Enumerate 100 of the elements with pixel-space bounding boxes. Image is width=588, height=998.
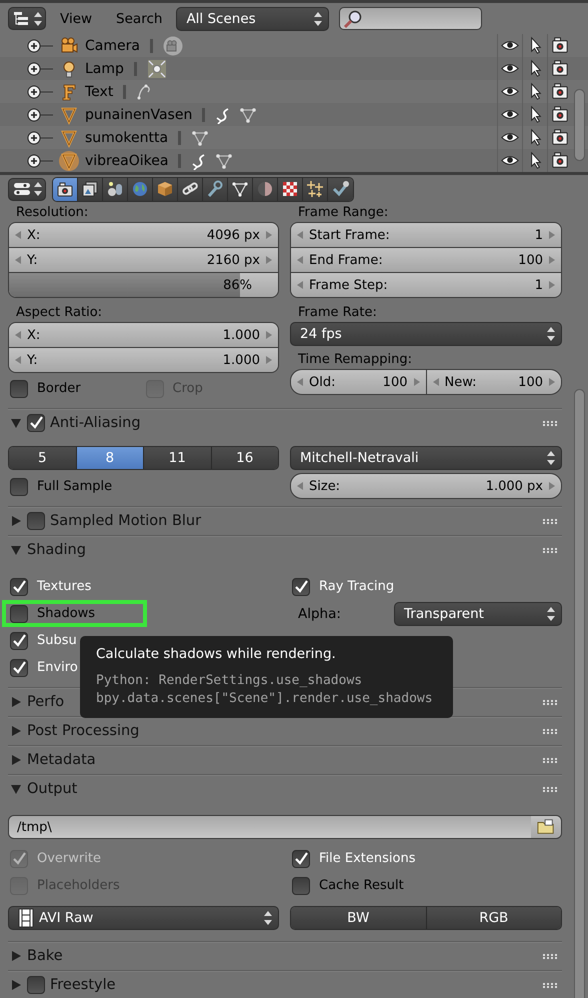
right-arrow-icon[interactable] (549, 231, 555, 239)
properties-tab[interactable] (103, 178, 128, 200)
right-arrow-icon[interactable] (549, 281, 555, 289)
number-field[interactable]: Y: 1.000 (9, 347, 278, 372)
right-arrow-icon[interactable] (549, 482, 555, 490)
panel-title[interactable]: Freestyle (50, 977, 537, 993)
checkbox[interactable] (10, 658, 28, 676)
search-field[interactable] (339, 7, 482, 30)
checkbox[interactable] (10, 380, 28, 398)
properties-tab[interactable] (328, 178, 353, 200)
sample-option[interactable]: 5 (9, 447, 76, 469)
object-name[interactable]: vibreaOikea (85, 152, 168, 168)
checkbox[interactable] (292, 578, 310, 596)
color-mode-option[interactable]: RGB (426, 907, 561, 929)
sample-option[interactable]: 11 (144, 447, 212, 469)
right-arrow-icon[interactable] (266, 331, 272, 339)
expand-plus-icon[interactable] (27, 130, 53, 144)
expanded-triangle-icon[interactable] (10, 417, 22, 429)
panel-title[interactable]: Post Processing (27, 723, 537, 739)
drag-grip-icon[interactable] (542, 518, 558, 524)
file-format-dropdown[interactable]: AVI Raw (8, 906, 279, 930)
checkbox[interactable] (10, 604, 28, 622)
expand-plus-icon[interactable] (27, 38, 53, 52)
editor-type-button[interactable] (8, 178, 46, 200)
drag-grip-icon[interactable] (542, 982, 558, 988)
number-field[interactable]: Frame Step: 1 (291, 272, 561, 297)
drag-grip-icon[interactable] (542, 728, 558, 734)
properties-tab[interactable] (278, 178, 303, 200)
checkbox[interactable] (10, 632, 28, 650)
vertices-triangle-icon[interactable] (191, 128, 210, 146)
expand-plus-icon[interactable] (27, 62, 53, 76)
panel-title[interactable]: Metadata (27, 752, 537, 768)
checkbox[interactable] (27, 976, 45, 994)
object-name[interactable]: sumokentta (85, 130, 168, 146)
expand-plus-icon[interactable] (27, 84, 53, 98)
panel-title[interactable]: Output (27, 781, 537, 797)
left-arrow-icon[interactable] (15, 331, 21, 339)
left-arrow-icon[interactable] (297, 256, 303, 264)
left-arrow-icon[interactable] (15, 231, 21, 239)
panel-title[interactable]: Sampled Motion Blur (50, 513, 537, 529)
scrollbar-thumb[interactable] (574, 389, 585, 998)
panel-title[interactable]: Anti-Aliasing (50, 415, 537, 431)
collapsed-triangle-icon[interactable] (10, 725, 22, 737)
sample-option[interactable]: 16 (212, 447, 278, 469)
color-mode-option[interactable]: BW (291, 907, 426, 929)
lamp-data-icon[interactable] (146, 58, 167, 78)
checkbox[interactable] (292, 850, 310, 868)
number-field[interactable]: Y: 2160 px (9, 247, 278, 272)
left-arrow-icon[interactable] (297, 482, 303, 490)
properties-tab[interactable] (128, 178, 153, 200)
drag-grip-icon[interactable] (542, 699, 558, 705)
left-arrow-icon[interactable] (15, 256, 21, 264)
expand-plus-icon[interactable] (27, 108, 53, 122)
menu-item[interactable]: Search (106, 10, 172, 26)
object-name[interactable]: Lamp (85, 60, 124, 76)
panel-title[interactable]: Shading (27, 542, 537, 558)
properties-tab[interactable] (203, 178, 228, 200)
vertices-triangle-icon[interactable] (239, 106, 258, 124)
right-arrow-icon[interactable] (549, 256, 555, 264)
collapsed-triangle-icon[interactable] (10, 950, 22, 962)
left-arrow-icon[interactable] (297, 281, 303, 289)
right-arrow-icon[interactable] (266, 231, 272, 239)
drag-grip-icon[interactable] (542, 420, 558, 426)
right-arrow-icon[interactable] (266, 356, 272, 364)
collapsed-triangle-icon[interactable] (10, 515, 22, 527)
number-field[interactable]: End Frame: 100 (291, 247, 561, 272)
drag-grip-icon[interactable] (542, 757, 558, 763)
menu-item[interactable]: View (50, 10, 102, 26)
left-arrow-icon[interactable] (297, 231, 303, 239)
checkbox[interactable] (10, 478, 28, 496)
right-arrow-icon[interactable] (266, 256, 272, 264)
scrollbar-thumb[interactable] (574, 89, 585, 161)
alpha-dropdown[interactable]: Transparent (394, 602, 562, 626)
vertices-triangle-icon[interactable] (215, 152, 234, 170)
checkbox[interactable] (27, 414, 45, 432)
filter-dropdown[interactable]: Mitchell-Netravali (290, 446, 562, 470)
scene-filter-dropdown[interactable]: All Scenes (176, 6, 330, 30)
checkbox[interactable] (292, 876, 310, 894)
drag-grip-icon[interactable] (542, 547, 558, 553)
collapsed-triangle-icon[interactable] (10, 754, 22, 766)
properties-tab[interactable] (228, 178, 253, 200)
object-name[interactable]: punainenVasen (85, 106, 192, 122)
number-field[interactable]: Size: 1.000 px (291, 474, 561, 498)
number-field[interactable]: X: 4096 px (9, 223, 278, 247)
checkbox[interactable] (27, 512, 45, 530)
expanded-triangle-icon[interactable] (10, 544, 22, 556)
collapsed-triangle-icon[interactable] (10, 696, 22, 708)
triangle-icon[interactable] (59, 150, 79, 170)
object-name[interactable]: Camera (85, 38, 140, 54)
collapsed-triangle-icon[interactable] (10, 979, 22, 991)
number-field[interactable]: X: 1.000 (9, 323, 278, 347)
object-name[interactable]: Text (85, 84, 114, 100)
expanded-triangle-icon[interactable] (10, 783, 22, 795)
properties-tab[interactable] (78, 178, 103, 200)
panel-title[interactable]: Bake (27, 948, 537, 964)
drag-grip-icon[interactable] (542, 953, 558, 959)
camera-data-icon[interactable] (162, 36, 183, 56)
number-field[interactable]: Start Frame: 1 (291, 223, 561, 247)
properties-tab[interactable] (253, 178, 278, 200)
properties-tab[interactable] (53, 178, 78, 200)
